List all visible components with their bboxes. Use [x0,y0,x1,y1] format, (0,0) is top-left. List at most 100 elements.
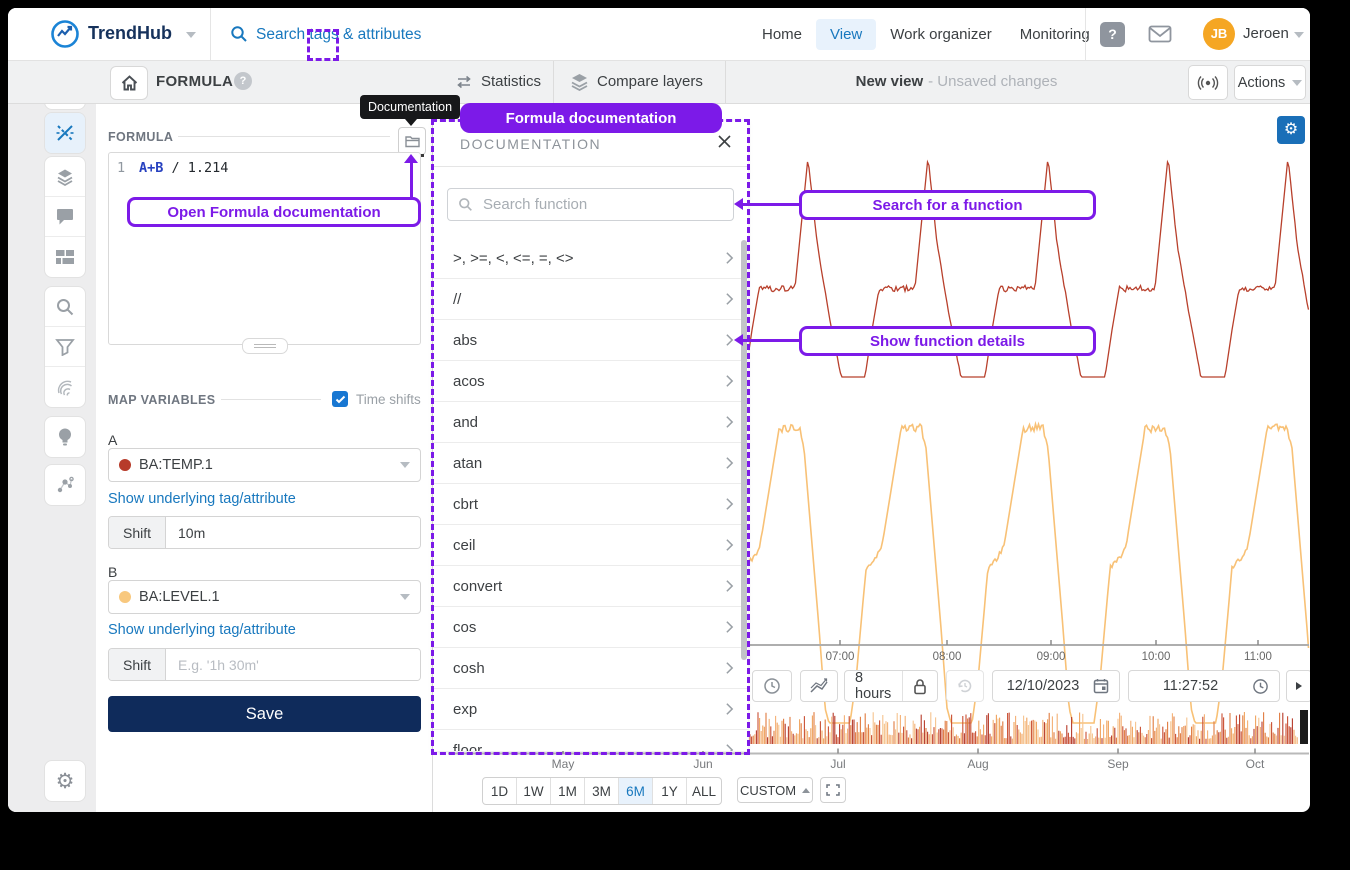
function-list-item[interactable]: floor [433,730,748,751]
shift-b-input[interactable] [166,649,420,680]
function-list-item[interactable]: cbrt [433,484,748,525]
range-button-1m[interactable]: 1M [551,778,585,804]
scrollbar[interactable] [741,240,747,660]
nav-link-monitoring[interactable]: Monitoring [1006,19,1104,50]
overview-axis-label: Oct [1246,757,1265,771]
formula-variables: A+B [139,160,163,176]
show-underlying-link-a[interactable]: Show underlying tag/attribute [108,491,296,507]
function-name: ceil [453,537,725,554]
view-title: New view - Unsaved changes [725,60,1188,103]
sidebar-item-filter[interactable] [45,327,85,367]
search-icon [458,197,473,212]
function-name: >, >=, <, <=, =, <> [453,250,725,267]
formula-editor[interactable]: 1 A+B / 1.214 [108,152,421,345]
sidebar-item-search[interactable] [45,287,85,327]
brand-chevron-down-icon[interactable] [186,32,196,38]
range-button-1y[interactable]: 1Y [653,778,687,804]
variable-b-select[interactable]: BA:LEVEL.1 [108,580,421,614]
function-list-item[interactable]: // [433,279,748,320]
view-name: New view [856,73,924,90]
actions-button[interactable]: Actions [1234,65,1306,100]
shift-a-input[interactable] [166,517,420,548]
range-button-all[interactable]: ALL [687,778,721,804]
range-button-6m[interactable]: 6M [619,778,653,804]
date-value[interactable]: 12/10/2023 [993,671,1093,701]
statistics-label: Statistics [481,73,541,90]
sidebar-item-layers[interactable] [45,157,85,197]
mail-icon[interactable] [1148,25,1172,48]
duration-field[interactable]: 8 hours [844,670,938,702]
time-value[interactable]: 11:27:52 [1129,671,1252,701]
variable-a-select[interactable]: BA:TEMP.1 [108,448,421,482]
open-documentation-button[interactable] [398,127,426,155]
overview-axis-label: Jun [693,757,712,771]
sidebar-item-fingerprint[interactable] [45,367,85,407]
search-input[interactable] [254,20,578,50]
divider [221,399,321,400]
sidebar-item-dashboard[interactable] [45,237,85,277]
function-name: cbrt [453,496,725,513]
lock-duration-button[interactable] [902,671,937,701]
custom-range-button[interactable]: CUSTOM [737,777,813,803]
overview-axis-label: Sep [1107,757,1129,771]
function-list-item[interactable]: atan [433,443,748,484]
function-search-input[interactable] [481,195,723,214]
duration-value[interactable]: 8 hours [845,671,902,701]
annotation-arrow-line [742,339,799,342]
overview-strip[interactable] [753,712,1279,744]
function-list-item[interactable]: ceil [433,525,748,566]
time-shifts-checkbox[interactable] [332,391,348,407]
nav-link-home[interactable]: Home [748,19,816,50]
avatar[interactable]: JB [1203,18,1235,50]
statistics-button[interactable]: Statistics [455,60,541,103]
show-underlying-link-b[interactable]: Show underlying tag/attribute [108,622,296,638]
function-list-item[interactable]: acos [433,361,748,402]
range-button-1w[interactable]: 1W [517,778,551,804]
time-picker-button[interactable] [752,670,792,702]
overview-strip[interactable] [779,712,1296,744]
compare-layers-button[interactable]: Compare layers [570,60,703,103]
close-icon[interactable] [717,134,732,154]
trend-options-button[interactable] [800,670,838,702]
help-icon[interactable]: ? [1100,22,1125,47]
overview-strip[interactable] [750,712,1289,744]
nav-link-view[interactable]: View [816,19,876,50]
function-list-item[interactable]: abs [433,320,748,361]
sidebar-item-scatter[interactable] [45,465,85,505]
save-button[interactable]: Save [108,696,421,732]
settings-button[interactable]: ⚙ [45,761,85,801]
time-field[interactable]: 11:27:52 [1128,670,1280,702]
function-list-item[interactable]: and [433,402,748,443]
function-list-item[interactable]: cos [433,607,748,648]
step-forward-button[interactable] [1286,670,1310,702]
range-button-3m[interactable]: 3M [585,778,619,804]
sidebar-item-recommendations[interactable] [45,417,85,457]
chevron-right-icon [725,456,734,470]
sidebar-item-formula[interactable] [45,113,85,153]
function-list-item[interactable]: exp [433,689,748,730]
compare-layers-label: Compare layers [597,73,703,90]
search-icon [230,25,248,48]
overview-drag-handle[interactable] [1300,710,1308,744]
documentation-icon [405,135,420,148]
formula-help-icon[interactable]: ? [234,72,252,90]
editor-resize-handle[interactable] [242,338,288,354]
date-field[interactable]: 12/10/2023 [992,670,1120,702]
fit-range-button[interactable] [820,777,846,803]
sidebar-item-comments[interactable] [45,197,85,237]
home-button[interactable] [110,66,148,100]
function-search-field[interactable] [447,188,734,221]
play-icon [1295,681,1303,691]
chart-settings-button[interactable]: ⚙ [1277,116,1305,144]
history-back-button[interactable] [946,670,984,702]
function-list-item[interactable]: >, >=, <, <=, =, <> [433,238,748,279]
user-chevron-down-icon[interactable] [1294,32,1304,38]
range-button-1d[interactable]: 1D [483,778,517,804]
panel-title: FORMULA [156,73,233,90]
comment-icon [55,208,75,226]
live-mode-button[interactable] [1188,65,1228,100]
function-list-item[interactable]: convert [433,566,748,607]
nav-link-work-organizer[interactable]: Work organizer [876,19,1005,50]
clock-icon [763,677,781,695]
function-list-item[interactable]: cosh [433,648,748,689]
